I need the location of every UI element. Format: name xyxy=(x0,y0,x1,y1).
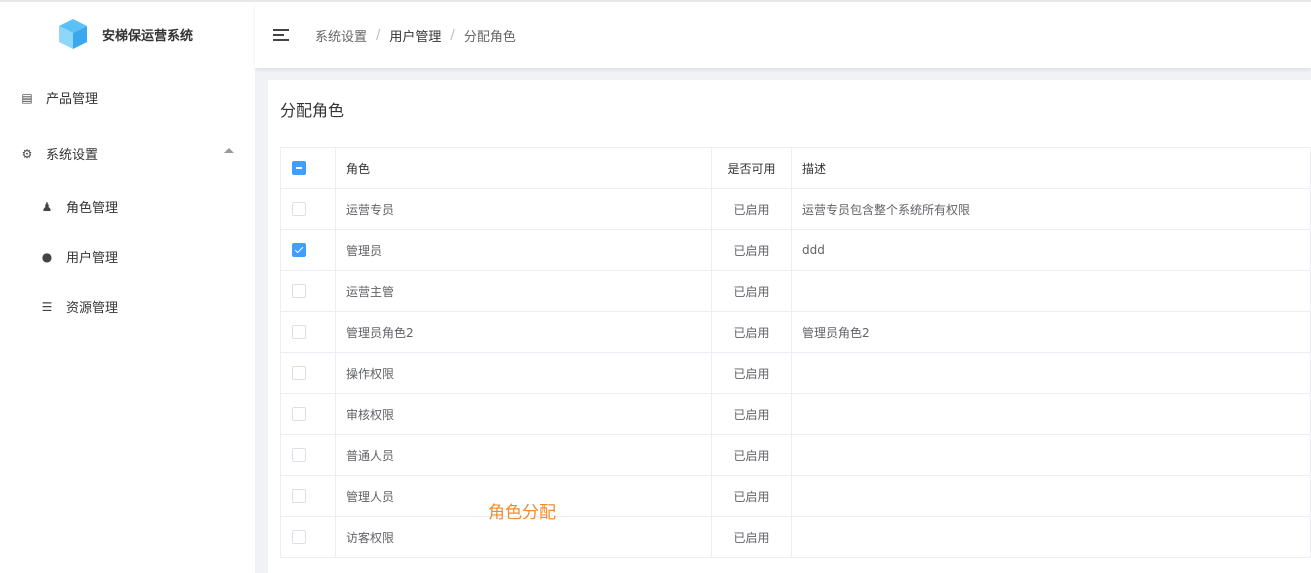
role-name: 管理员角色2 xyxy=(335,311,712,353)
column-header: 角色 xyxy=(335,147,712,189)
breadcrumb-item[interactable]: 系统设置 xyxy=(315,26,367,45)
cube-logo-icon xyxy=(59,19,87,49)
user-icon: ● xyxy=(41,249,53,264)
description xyxy=(791,270,1311,312)
row-checkbox[interactable] xyxy=(292,243,306,258)
sidebar-item-label: 资源管理 xyxy=(66,301,119,316)
description xyxy=(791,475,1311,517)
description xyxy=(791,352,1311,394)
column-header: 描述 xyxy=(791,147,1311,189)
sidebar: 安梯保运营系统 ▤ 产品管理 ⚙ 系统设置 ♟ 角色管理 ● 用户管理 ☰ 资源管理 xyxy=(0,2,255,573)
main-content: 分配角色 角色 是否可用 描述 运营专员 已启用 运营专员包含整个系统所有权限 … xyxy=(255,68,1311,573)
table-row[interactable]: 审核权限 已启用 xyxy=(280,393,1311,435)
app-title: 安梯保运营系统 xyxy=(102,28,194,44)
role-name: 审核权限 xyxy=(335,393,712,435)
column-header: 是否可用 xyxy=(711,147,792,189)
status: 已启用 xyxy=(711,393,792,435)
menu-fold-icon[interactable] xyxy=(273,29,289,41)
roles-table: 角色 是否可用 描述 运营专员 已启用 运营专员包含整个系统所有权限 管理员 已… xyxy=(280,147,1311,558)
description xyxy=(791,393,1311,435)
list-icon: ☰ xyxy=(41,299,53,314)
caret-up-icon[interactable] xyxy=(224,148,234,153)
status: 已启用 xyxy=(711,311,792,353)
row-checkbox[interactable] xyxy=(292,325,306,340)
watermark-text: 角色分配 xyxy=(488,503,556,523)
table-row[interactable]: 运营主管 已启用 xyxy=(280,270,1311,312)
breadcrumb: 系统设置 / 用户管理 / 分配角色 xyxy=(315,26,516,45)
role-name: 运营主管 xyxy=(335,270,712,312)
status: 已启用 xyxy=(711,516,792,558)
table-row[interactable]: 访客权限 已启用 xyxy=(280,516,1311,558)
table-row[interactable]: 操作权限 已启用 xyxy=(280,352,1311,394)
row-checkbox[interactable] xyxy=(292,407,306,422)
table-row[interactable]: 管理员角色2 已启用 管理员角色2 xyxy=(280,311,1311,353)
status: 已启用 xyxy=(711,434,792,476)
sidebar-item-product[interactable]: ▤ 产品管理 xyxy=(20,88,99,108)
description: 运营专员包含整个系统所有权限 xyxy=(791,188,1311,230)
role-name: 操作权限 xyxy=(335,352,712,394)
role-name: 管理员 xyxy=(335,229,712,271)
role-name: 普通人员 xyxy=(335,434,712,476)
description xyxy=(791,516,1311,558)
sidebar-item-system-settings[interactable]: ⚙ 系统设置 xyxy=(20,144,99,164)
table-row[interactable]: 普通人员 已启用 xyxy=(280,434,1311,476)
card: 分配角色 角色 是否可用 描述 运营专员 已启用 运营专员包含整个系统所有权限 … xyxy=(268,80,1311,573)
sidebar-item-label: 系统设置 xyxy=(46,148,99,163)
table-row[interactable]: 管理员 已启用 ddd xyxy=(280,229,1311,271)
breadcrumb-item: 分配角色 xyxy=(463,29,516,45)
status: 已启用 xyxy=(711,229,792,271)
row-checkbox[interactable] xyxy=(292,448,306,463)
logo: 安梯保运营系统 xyxy=(58,18,193,50)
description xyxy=(791,434,1311,476)
sidebar-item-label: 角色管理 xyxy=(66,201,119,216)
status: 已启用 xyxy=(711,270,792,312)
row-checkbox[interactable] xyxy=(292,366,306,381)
sidebar-item-roles[interactable]: ♟ 角色管理 xyxy=(40,197,119,217)
description: 管理员角色2 xyxy=(791,311,1311,353)
row-checkbox[interactable] xyxy=(292,489,306,504)
clipboard-icon: ▤ xyxy=(21,90,33,105)
sidebar-item-label: 用户管理 xyxy=(66,251,119,266)
row-checkbox[interactable] xyxy=(292,202,306,217)
status: 已启用 xyxy=(711,188,792,230)
row-checkbox[interactable] xyxy=(292,284,306,299)
status: 已启用 xyxy=(711,352,792,394)
table-header: 角色 是否可用 描述 xyxy=(280,147,1311,189)
select-all-checkbox[interactable] xyxy=(292,161,306,176)
user-secret-icon: ♟ xyxy=(41,199,53,214)
table-row[interactable]: 运营专员 已启用 运营专员包含整个系统所有权限 xyxy=(280,188,1311,230)
sidebar-item-users[interactable]: ● 用户管理 xyxy=(40,247,119,267)
gears-icon: ⚙ xyxy=(21,146,33,161)
sidebar-item-resources[interactable]: ☰ 资源管理 xyxy=(40,297,119,317)
breadcrumb-item[interactable]: 用户管理 xyxy=(389,26,441,45)
row-checkbox[interactable] xyxy=(292,530,306,545)
sidebar-item-label: 产品管理 xyxy=(46,92,99,107)
status: 已启用 xyxy=(711,475,792,517)
page-title: 分配角色 xyxy=(280,101,345,120)
header: 系统设置 / 用户管理 / 分配角色 xyxy=(255,2,1311,68)
table-row[interactable]: 管理人员 已启用 xyxy=(280,475,1311,517)
description: ddd xyxy=(791,229,1311,271)
role-name: 运营专员 xyxy=(335,188,712,230)
